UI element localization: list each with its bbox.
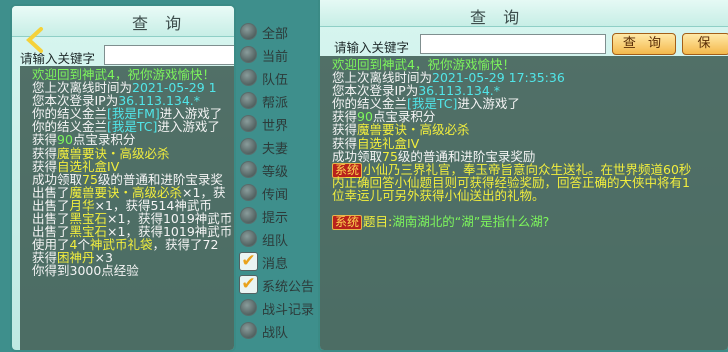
chat-line: 位幸运儿可另外获得小仙送出的礼物。 (320, 189, 728, 202)
radio-icon[interactable] (240, 207, 257, 224)
chat-text: 位幸运儿可另外获得小仙送出的礼物。 (332, 187, 545, 203)
left-search-input[interactable] (104, 45, 234, 65)
channel-item[interactable]: 夫妻 (234, 135, 318, 159)
channel-item[interactable]: 提示 (234, 204, 318, 228)
channel-item[interactable]: 当前 (234, 43, 318, 67)
chat-text: ，获得了72 (152, 237, 219, 253)
radio-icon[interactable] (240, 161, 257, 178)
checkmark-icon[interactable]: ✔ (239, 275, 258, 294)
chat-line: 系统 题目:湖南湖北的“湖”是指什么湖? (320, 214, 728, 231)
channel-item[interactable]: ✔ 系统公告 (234, 273, 318, 297)
right-search-input[interactable] (420, 34, 606, 54)
channel-label: 组队 (262, 234, 289, 249)
radio-icon[interactable] (240, 322, 257, 339)
radio-icon[interactable] (240, 299, 257, 316)
channel-label: 当前 (262, 50, 289, 65)
radio-icon[interactable] (240, 23, 257, 40)
left-query-panel: 查 询 请输入关键字 欢迎回到神武4，祝你游戏愉快！ 您上次离线时间为2021-0… (10, 4, 236, 352)
radio-icon[interactable] (240, 115, 257, 132)
channel-label: 世界 (262, 119, 289, 134)
channel-item[interactable]: 传闻 (234, 181, 318, 205)
chat-text: 你得到3000点经验 (32, 263, 139, 279)
channel-item[interactable]: 队伍 (234, 66, 318, 90)
save-button[interactable]: 保 (682, 33, 728, 55)
channel-label: 消息 (262, 257, 289, 272)
radio-icon[interactable] (240, 184, 257, 201)
right-search-label: 请输入关键字 (334, 40, 410, 55)
channel-item[interactable]: ✔ 消息 (234, 250, 318, 274)
right-chat-log: 欢迎回到神武4，祝你游戏愉快！ 您上次离线时间为2021-05-29 17:35:… (320, 56, 728, 350)
channel-item[interactable]: 全部 (234, 20, 318, 44)
radio-icon[interactable] (240, 230, 257, 247)
channel-label: 提示 (262, 211, 289, 226)
channel-label: 战斗记录 (262, 303, 315, 318)
radio-icon[interactable] (240, 138, 257, 155)
right-query-panel: 查 询 请输入关键字 查 询 保 欢迎回到神武4，祝你游戏愉快！ 您上次离线时间为… (318, 0, 728, 352)
channel-item[interactable]: 世界 (234, 112, 318, 136)
channel-item[interactable]: 组队 (234, 227, 318, 251)
channel-item[interactable]: 等级 (234, 158, 318, 182)
checkmark-icon[interactable]: ✔ (239, 252, 258, 271)
channel-item[interactable]: 帮派 (234, 89, 318, 113)
left-panel-title: 查 询 (132, 14, 188, 33)
channel-label: 队伍 (262, 73, 289, 88)
chat-text: 进入游戏了 (157, 119, 220, 135)
right-panel-title: 查 询 (470, 8, 526, 27)
radio-icon[interactable] (240, 46, 257, 63)
system-tag: 系统 (332, 215, 363, 231)
chat-text: 进入游戏了 (457, 96, 520, 112)
left-chat-log: 欢迎回到神武4，祝你游戏愉快！ 您上次离线时间为2021-05-29 1 您本次登录… (20, 66, 234, 350)
channel-item[interactable]: 战队 (234, 319, 318, 343)
radio-icon[interactable] (240, 92, 257, 109)
chat-line: 你得到3000点经验 (20, 264, 234, 277)
channel-label: 帮派 (262, 96, 289, 111)
channel-label: 等级 (262, 165, 289, 180)
radio-icon[interactable] (240, 69, 257, 86)
chat-text: 湖南湖北的“湖”是指什么湖? (392, 214, 550, 230)
chevron-left-icon[interactable] (23, 27, 49, 53)
query-button[interactable]: 查 询 (612, 33, 676, 55)
channel-label: 传闻 (262, 188, 289, 203)
channel-item[interactable]: 战斗记录 (234, 296, 318, 320)
channel-label: 全部 (262, 27, 289, 42)
channel-label: 战队 (262, 326, 289, 341)
channel-label: 系统公告 (262, 280, 315, 295)
right-titlebar: 查 询 (320, 0, 728, 27)
chat-text: 题目: (363, 214, 393, 230)
channel-label: 夫妻 (262, 142, 289, 157)
